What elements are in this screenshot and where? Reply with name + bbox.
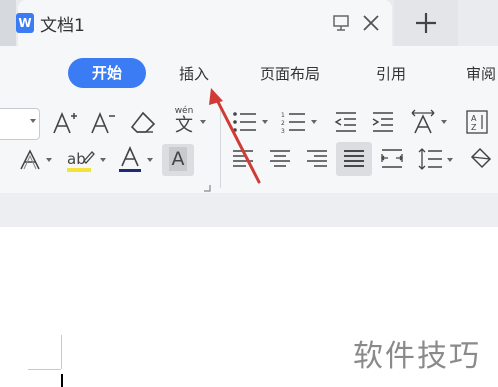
pinyin-guide-icon[interactable]: wén 文: [172, 106, 196, 136]
increase-indent-icon[interactable]: [371, 110, 395, 134]
svg-text:3: 3: [281, 128, 285, 134]
svg-text:ab: ab: [67, 150, 86, 168]
document-tab-title[interactable]: 文档1: [40, 11, 85, 36]
eraser-icon[interactable]: [129, 110, 157, 136]
numbered-list-icon[interactable]: 1 2 3: [281, 110, 307, 134]
highlight-dropdown-icon[interactable]: [99, 157, 107, 163]
justify-icon: [344, 150, 364, 167]
monitor-icon[interactable]: [332, 14, 350, 32]
bullet-list-dropdown-icon[interactable]: [261, 119, 269, 125]
line-spacing-icon[interactable]: [417, 147, 443, 171]
highlight-icon[interactable]: ab: [66, 147, 96, 173]
dialog-launcher-icon[interactable]: [203, 184, 211, 192]
svg-text:Z: Z: [471, 123, 477, 132]
tab-references[interactable]: 引用: [376, 63, 406, 84]
distributed-icon[interactable]: [380, 147, 404, 171]
font-size-dropdown-icon[interactable]: [29, 118, 37, 124]
text-direction-icon[interactable]: [409, 108, 437, 136]
increase-font-icon[interactable]: [52, 110, 78, 136]
paint-bucket-icon[interactable]: [468, 146, 494, 172]
font-size-box[interactable]: [0, 108, 40, 140]
font-color-icon[interactable]: [118, 146, 142, 174]
numbered-list-dropdown-icon[interactable]: [310, 119, 318, 125]
pinyin-guide-char: 文: [175, 115, 193, 136]
pinyin-dropdown-icon[interactable]: [199, 119, 207, 125]
align-right-icon[interactable]: [306, 149, 328, 169]
char-shading-icon[interactable]: A: [162, 144, 194, 176]
svg-text:2: 2: [281, 120, 285, 127]
ribbon-bottom-bar: [0, 193, 498, 227]
char-shading-letter: A: [169, 147, 187, 171]
margin-marker-vertical: [61, 335, 62, 369]
text-direction-dropdown-icon[interactable]: [440, 119, 448, 125]
tab-insert[interactable]: 插入: [179, 63, 209, 84]
text-effect-icon[interactable]: [18, 148, 42, 172]
line-spacing-dropdown-icon[interactable]: [446, 157, 454, 163]
plus-icon[interactable]: [414, 11, 438, 35]
tab-page-layout[interactable]: 页面布局: [260, 63, 320, 84]
text-effect-dropdown-icon[interactable]: [45, 157, 53, 163]
font-color-dropdown-icon[interactable]: [146, 157, 154, 163]
text-caret: [61, 374, 63, 387]
tab-home[interactable]: 开始: [68, 58, 146, 88]
bullet-list-icon[interactable]: [232, 110, 258, 134]
align-left-icon[interactable]: [232, 149, 254, 169]
sort-icon[interactable]: A Z: [465, 109, 489, 135]
decrease-indent-icon[interactable]: [334, 110, 358, 134]
svg-text:A: A: [471, 114, 477, 123]
tab-review[interactable]: 审阅: [466, 63, 496, 84]
previous-tab-edge[interactable]: [0, 0, 16, 46]
watermark-text: 软件技巧: [353, 339, 481, 374]
close-icon[interactable]: [361, 13, 381, 33]
svg-text:1: 1: [281, 112, 285, 119]
decrease-font-icon[interactable]: [90, 110, 116, 136]
justify-button[interactable]: [336, 142, 372, 176]
margin-marker-horizontal: [28, 369, 61, 370]
word-doc-icon: W: [16, 13, 34, 33]
group-separator: [220, 108, 221, 188]
align-center-icon[interactable]: [269, 149, 291, 169]
